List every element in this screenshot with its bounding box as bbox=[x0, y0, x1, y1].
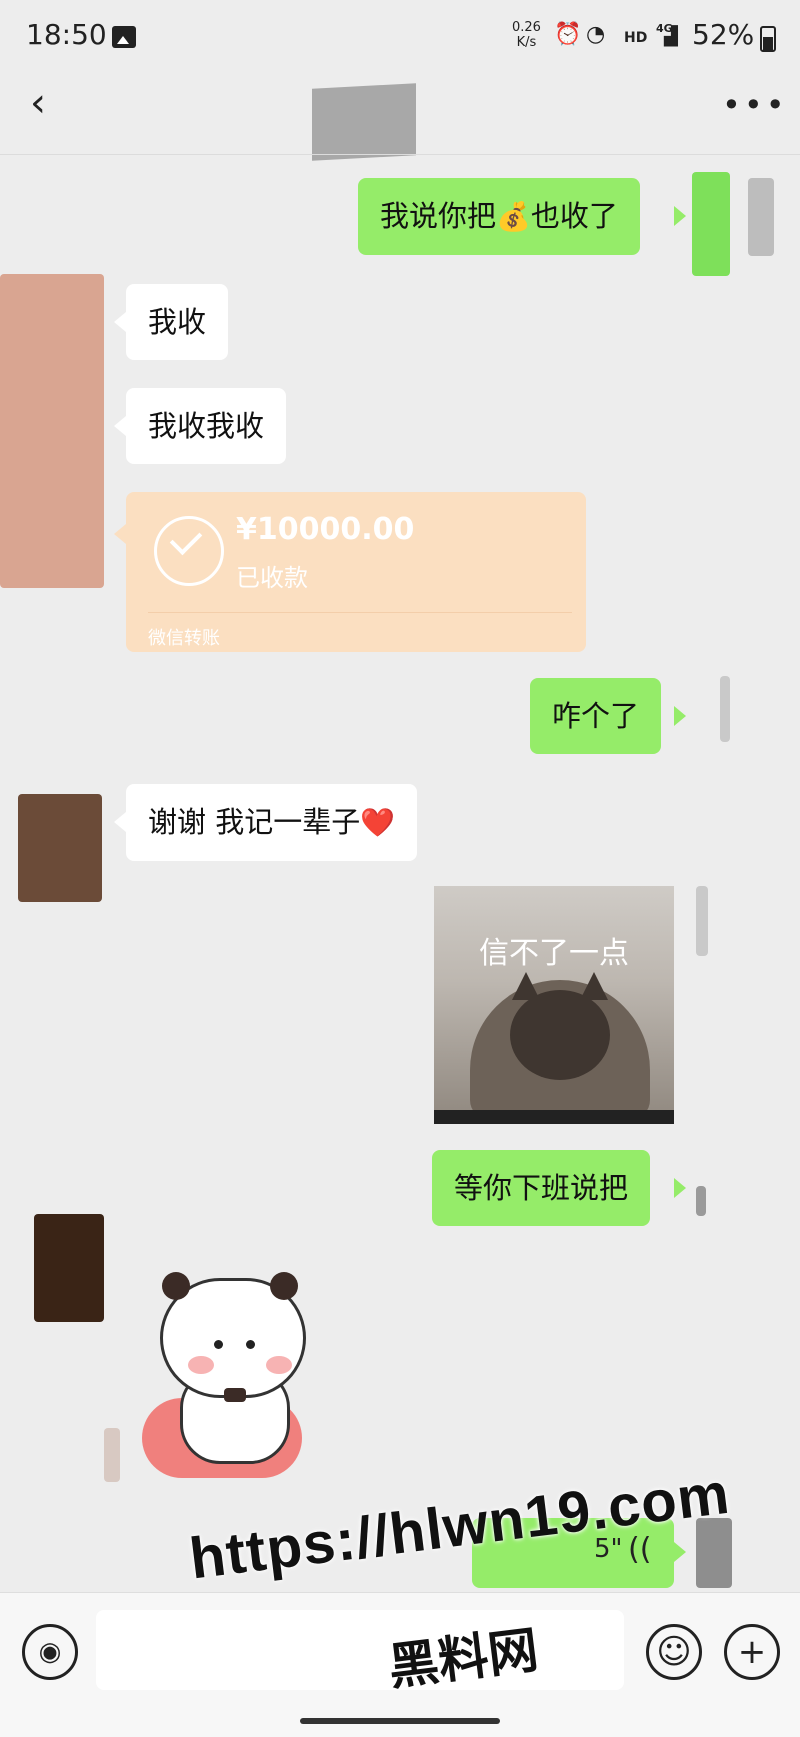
bubble-tail bbox=[674, 1542, 686, 1562]
message-text: 咋个了 bbox=[552, 699, 640, 733]
net-speed-unit: K/s bbox=[516, 35, 537, 50]
my-avatar-blur bbox=[696, 1186, 706, 1216]
more-functions-button[interactable]: + bbox=[724, 1624, 780, 1680]
my-avatar-blur bbox=[748, 178, 774, 256]
contact-avatar[interactable] bbox=[0, 274, 104, 588]
back-button[interactable]: ‹ bbox=[30, 80, 70, 130]
panda-ear bbox=[270, 1272, 298, 1300]
message-bubble-incoming[interactable]: 谢谢 我记一辈子❤️ bbox=[126, 784, 418, 861]
contact-avatar[interactable] bbox=[18, 794, 102, 902]
bubble-tail bbox=[114, 812, 126, 832]
money-bag-emoji: 💰 bbox=[496, 200, 531, 233]
bubble-tail bbox=[674, 706, 686, 726]
image-caption: 信不了一点 bbox=[479, 936, 629, 971]
my-avatar-blur bbox=[696, 886, 708, 956]
my-avatar-blur bbox=[720, 676, 730, 742]
message-text: 我说你把 bbox=[380, 199, 497, 233]
bubble-tail bbox=[674, 1178, 686, 1198]
message-text: 我收 bbox=[148, 305, 207, 339]
status-time: 18:50 bbox=[26, 18, 107, 51]
message-text: 谢谢 我记一辈子 bbox=[148, 805, 361, 839]
message-bubble-incoming[interactable]: 我收我收 bbox=[126, 388, 287, 464]
cat-face bbox=[510, 990, 610, 1080]
transfer-footer: 微信转账 bbox=[148, 628, 220, 649]
gallery-notification-icon bbox=[112, 26, 136, 48]
battery-percent: 52% bbox=[692, 18, 755, 51]
my-avatar[interactable] bbox=[692, 172, 730, 276]
message-bubble-outgoing[interactable]: 等你下班说把 bbox=[432, 1150, 651, 1226]
net-speed: 0.26 K/s bbox=[512, 20, 541, 50]
hd-label: HD bbox=[624, 30, 648, 46]
panda-blush bbox=[266, 1356, 292, 1374]
panda-blush bbox=[188, 1356, 214, 1374]
panda-eye bbox=[246, 1340, 255, 1349]
bubble-tail bbox=[114, 416, 126, 436]
transfer-amount: ¥10000.00 bbox=[236, 512, 415, 547]
message-text: 等你下班说把 bbox=[454, 1171, 629, 1205]
emoji-button[interactable]: ☺ bbox=[646, 1624, 702, 1680]
voice-input-button[interactable]: ◉ bbox=[22, 1624, 78, 1680]
message-input[interactable] bbox=[96, 1610, 624, 1690]
message-bubble-outgoing[interactable]: 咋个了 bbox=[530, 678, 662, 754]
panda-bow bbox=[224, 1388, 246, 1402]
card-divider bbox=[148, 612, 572, 613]
transfer-status: 已收款 bbox=[236, 564, 308, 592]
message-text: 也收了 bbox=[530, 199, 618, 233]
panda-ear bbox=[162, 1272, 190, 1300]
header-divider bbox=[0, 154, 800, 155]
bubble-tail bbox=[114, 312, 126, 332]
message-bubble-outgoing[interactable]: 我说你把💰也收了 bbox=[358, 178, 640, 255]
bubble-tail bbox=[674, 206, 686, 226]
alarm-icon: ⏰ bbox=[554, 22, 582, 47]
home-indicator bbox=[300, 1718, 500, 1724]
bubble-tail bbox=[114, 524, 126, 544]
avatar-blur-fragment bbox=[104, 1428, 120, 1482]
status-bar: 18:50 0.26 K/s ⏰ ◔ HD 4G ▟ 52% bbox=[0, 0, 800, 76]
more-options-button[interactable]: ••• bbox=[722, 86, 788, 124]
image-bottom-edge bbox=[434, 1110, 674, 1124]
battery-fill bbox=[763, 37, 773, 50]
signal-icon: ▟ bbox=[664, 26, 678, 47]
panda-eye bbox=[214, 1340, 223, 1349]
wifi-icon: ◔ bbox=[586, 22, 606, 47]
heart-emoji: ❤️ bbox=[360, 806, 396, 839]
contact-avatar[interactable] bbox=[34, 1214, 104, 1322]
message-bubble-incoming[interactable]: 我收 bbox=[126, 284, 229, 360]
message-text: 我收我收 bbox=[148, 409, 265, 443]
net-speed-value: 0.26 bbox=[512, 20, 541, 35]
chat-title-redacted bbox=[312, 83, 416, 161]
